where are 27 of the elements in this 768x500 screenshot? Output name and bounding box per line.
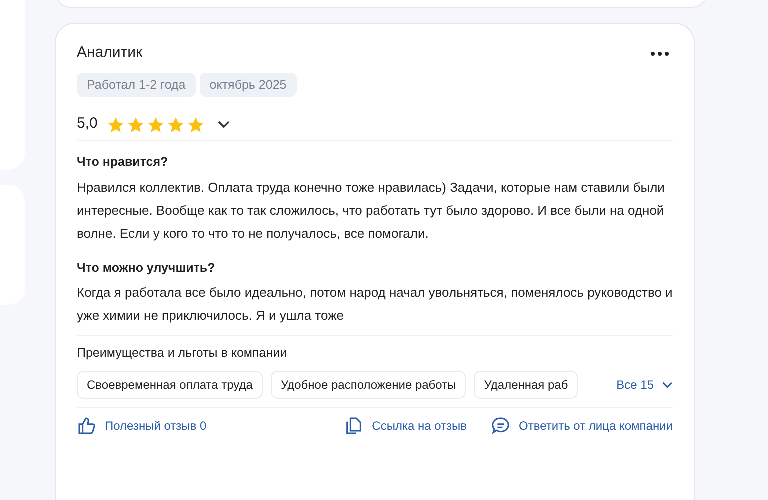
show-all-button[interactable]: Все 15 xyxy=(616,376,673,394)
link-button[interactable]: Ссылка на отзыв xyxy=(344,416,468,436)
chevron-down-icon xyxy=(218,121,230,130)
benefit-tag: Удобное расположение работы xyxy=(270,371,466,399)
section-heading: Что нравится? xyxy=(77,154,170,171)
job-title: Аналитик xyxy=(77,43,143,63)
chat-icon xyxy=(491,416,512,436)
review-text: Когда я работала все было идеально, потом народ начал увольняться, поменялось руководство и уже химии не приключилось. Я и ушла тоже xyxy=(77,284,673,326)
tag: октябрь 2025 xyxy=(200,72,297,98)
reply-button[interactable]: Ответить от лица компании xyxy=(491,416,673,436)
star-icon xyxy=(126,116,146,134)
star-icon xyxy=(146,116,166,134)
review-text: Нравился коллектив. Оплата труда конечно тоже нравилась) Задачи, которые нам ставили были интересные. Вообще как то так сложилось, что работать тут было здорово. И все были на одной волне. Если у кого то что то не получалось, все помогали. xyxy=(77,178,666,243)
like-button[interactable]: Полезный отзыв 0 xyxy=(77,416,207,436)
copy-icon xyxy=(344,416,364,436)
thumbs-up-icon xyxy=(77,416,97,436)
benefits-heading: Преимущества и льготы в компании xyxy=(77,345,288,362)
star-icon xyxy=(186,116,206,134)
star-icon xyxy=(106,116,126,134)
benefit-tag: Своевременная оплата труда xyxy=(77,371,263,399)
rating-value: 5,0 xyxy=(77,114,98,134)
chevron-down-icon xyxy=(662,382,673,388)
tag: Работал 1-2 года xyxy=(77,72,196,98)
section-heading: Что можно улучшить? xyxy=(77,260,216,277)
star-icon xyxy=(166,116,186,134)
benefit-tag: Удаленная раб xyxy=(474,371,578,399)
more-icon xyxy=(651,52,669,56)
